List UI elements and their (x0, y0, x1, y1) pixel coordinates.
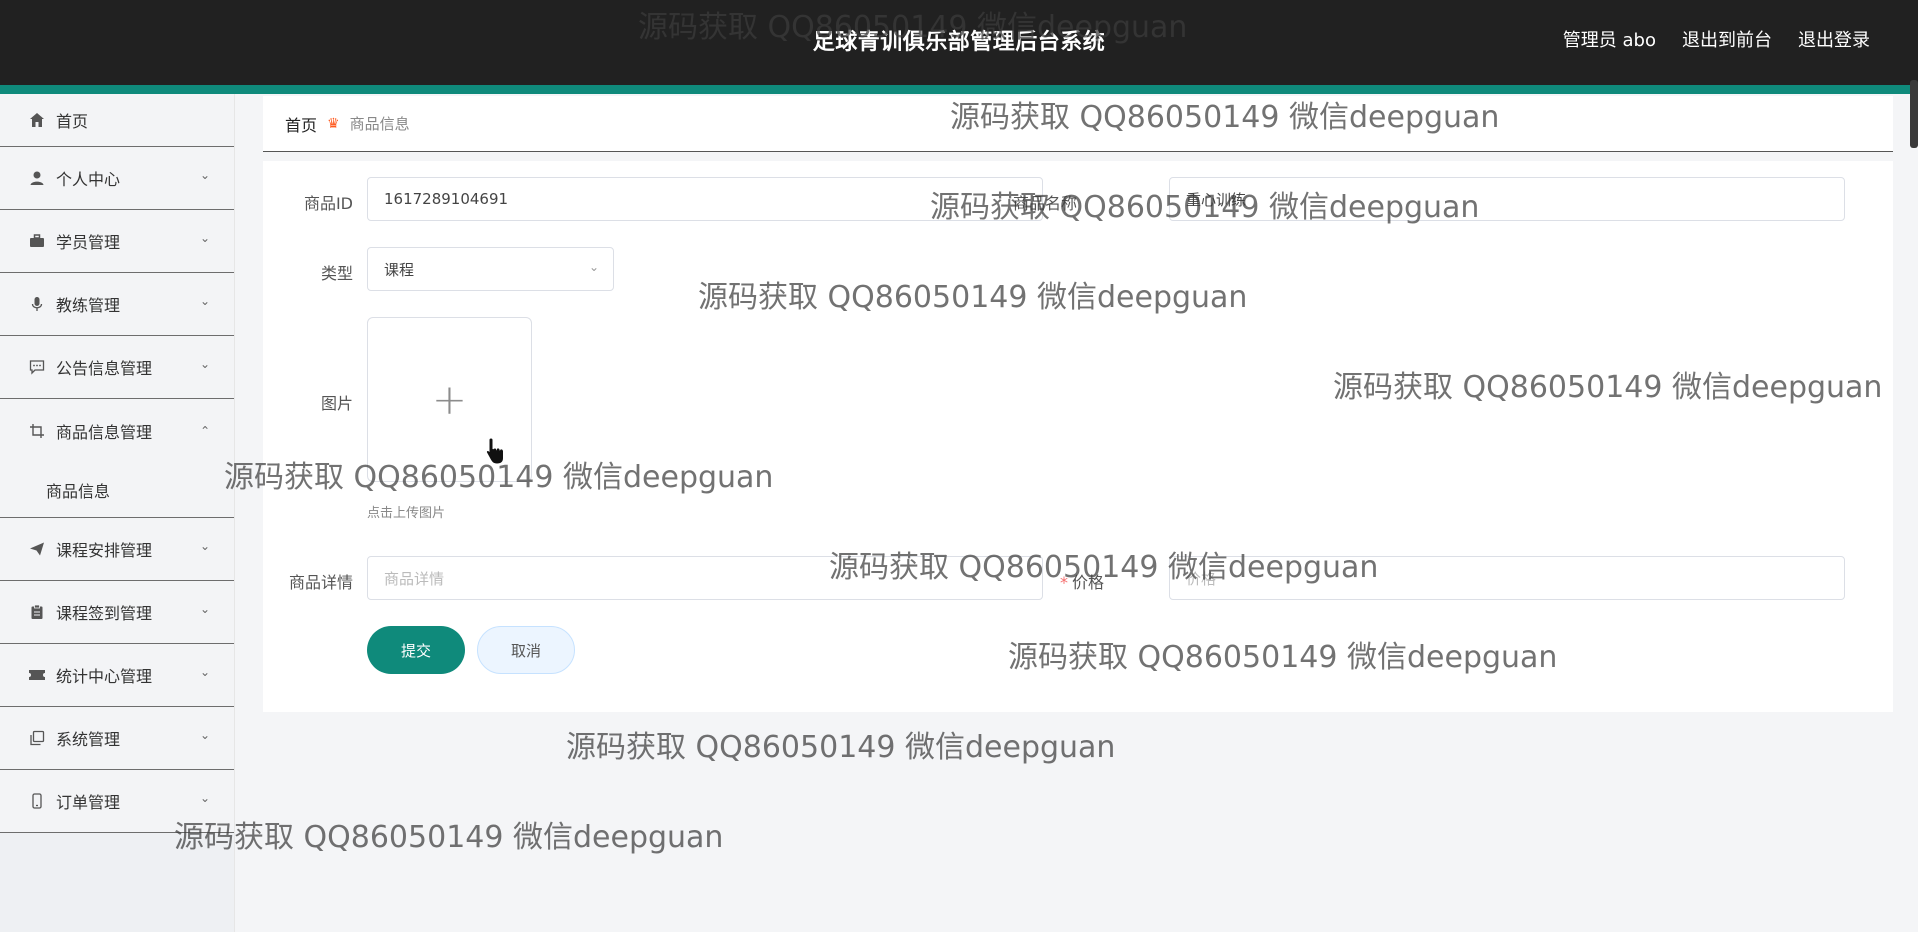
type-select[interactable]: 课程 ⌄ (367, 247, 614, 291)
upload-hint: 点击上传图片 (367, 506, 446, 521)
plus-icon: + (431, 374, 468, 424)
sidebar-item-label: 统计中心管理 (56, 667, 153, 686)
chevron-down-icon: ⌄ (199, 728, 210, 742)
price-label: * 价格 (1059, 573, 1104, 592)
chat-icon (28, 358, 46, 376)
type-select-value: 课程 (384, 260, 415, 279)
chevron-down-icon: ⌄ (199, 602, 210, 616)
sidebar-item-course-schedule[interactable]: 课程安排管理 ⌄ (0, 518, 234, 581)
sidebar-item-students[interactable]: 学员管理 ⌄ (0, 210, 234, 273)
sidebar-item-label: 学员管理 (56, 233, 121, 252)
clipboard-icon (28, 603, 46, 621)
user-icon (28, 169, 46, 187)
microphone-icon (28, 295, 46, 313)
sidebar-item-label: 系统管理 (56, 730, 121, 749)
exit-to-front-link[interactable]: 退出到前台 (1682, 26, 1772, 52)
sidebar-item-orders[interactable]: 订单管理 ⌄ (0, 770, 234, 833)
copy-icon (28, 729, 46, 747)
cancel-button[interactable]: 取消 (477, 626, 575, 674)
detail-label: 商品详情 (288, 573, 353, 592)
image-upload-button[interactable]: + (367, 317, 532, 482)
admin-user-link[interactable]: 管理员 abo (1563, 26, 1656, 52)
send-icon (28, 540, 46, 558)
sidebar-item-home[interactable]: 首页 (0, 94, 234, 147)
chevron-down-icon: ⌄ (199, 357, 210, 371)
sidebar-item-personal-center[interactable]: 个人中心 ⌄ (0, 147, 234, 210)
chevron-down-icon: ⌄ (199, 791, 210, 805)
sidebar-item-products[interactable]: 商品信息管理 ⌄ (0, 399, 234, 462)
sidebar-item-statistics[interactable]: 统计中心管理 ⌄ (0, 644, 234, 707)
sidebar-item-label: 课程安排管理 (56, 541, 153, 560)
sidebar-item-label: 订单管理 (56, 793, 121, 812)
breadcrumb-current: 商品信息 (349, 115, 410, 133)
sidebar-item-course-signin[interactable]: 课程签到管理 ⌄ (0, 581, 234, 644)
ticket-icon (28, 666, 46, 684)
scrollbar-handle[interactable] (1910, 80, 1918, 148)
sidebar-item-label: 教练管理 (56, 296, 121, 315)
sidebar-item-system[interactable]: 系统管理 ⌄ (0, 707, 234, 770)
chevron-up-icon: ⌄ (199, 423, 210, 437)
sidebar-item-label: 个人中心 (56, 170, 121, 189)
watermark: 源码获取 QQ86050149 微信deepguan (566, 730, 1116, 765)
chevron-down-icon: ⌄ (199, 665, 210, 679)
product-form: 商品ID 1617289104691 商品名称 重心训练 类型 课程 ⌄ 图片 … (263, 161, 1893, 712)
breadcrumb-home[interactable]: 首页 (285, 112, 317, 136)
sidebar: 首页 个人中心 ⌄ 学员管理 ⌄ 教练管理 ⌄ 公告信息管理 ⌄ 商品信息管理 … (0, 94, 235, 932)
required-mark: * (1059, 573, 1068, 592)
crop-icon (28, 422, 46, 440)
sidebar-item-coaches[interactable]: 教练管理 ⌄ (0, 273, 234, 336)
sidebar-item-label: 公告信息管理 (56, 359, 153, 378)
image-label: 图片 (320, 394, 353, 413)
product-id-field[interactable]: 1617289104691 (367, 177, 1043, 221)
header-actions: 管理员 abo 退出到前台 退出登录 (1563, 26, 1870, 52)
type-label: 类型 (320, 264, 353, 283)
home-icon (28, 111, 46, 129)
hand-cursor-icon (485, 437, 504, 465)
submit-button[interactable]: 提交 (367, 626, 465, 674)
chevron-down-icon: ⌄ (199, 294, 210, 308)
product-name-label: 商品名称 (1012, 194, 1077, 213)
price-field[interactable]: 价格 (1169, 556, 1845, 600)
chevron-down-icon: ⌄ (199, 539, 210, 553)
sidebar-item-label: 首页 (56, 112, 89, 131)
sidebar-item-label: 课程签到管理 (56, 604, 153, 623)
sidebar-item-announcements[interactable]: 公告信息管理 ⌄ (0, 336, 234, 399)
chevron-down-icon: ⌄ (588, 260, 599, 274)
product-name-field[interactable]: 重心训练 (1169, 177, 1845, 221)
breadcrumb: 首页 ♛ 商品信息 (263, 96, 1893, 152)
chevron-down-icon: ⌄ (199, 168, 210, 182)
chevron-down-icon: ⌄ (199, 231, 210, 245)
detail-field[interactable]: 商品详情 (367, 556, 1043, 600)
sidebar-item-label: 商品信息管理 (56, 422, 153, 442)
watermark: 源码获取 QQ86050149 微信deepguan (174, 820, 724, 855)
crown-icon: ♛ (327, 115, 340, 132)
logout-link[interactable]: 退出登录 (1798, 26, 1870, 52)
phone-icon (28, 792, 46, 810)
product-id-label: 商品ID (303, 194, 353, 213)
briefcase-icon (28, 232, 46, 250)
top-header: 足球青训俱乐部管理后台系统 管理员 abo 退出到前台 退出登录 (0, 0, 1918, 85)
header-accent-bar (0, 85, 1918, 94)
sidebar-subitem-product-info[interactable]: 商品信息 (0, 462, 234, 518)
